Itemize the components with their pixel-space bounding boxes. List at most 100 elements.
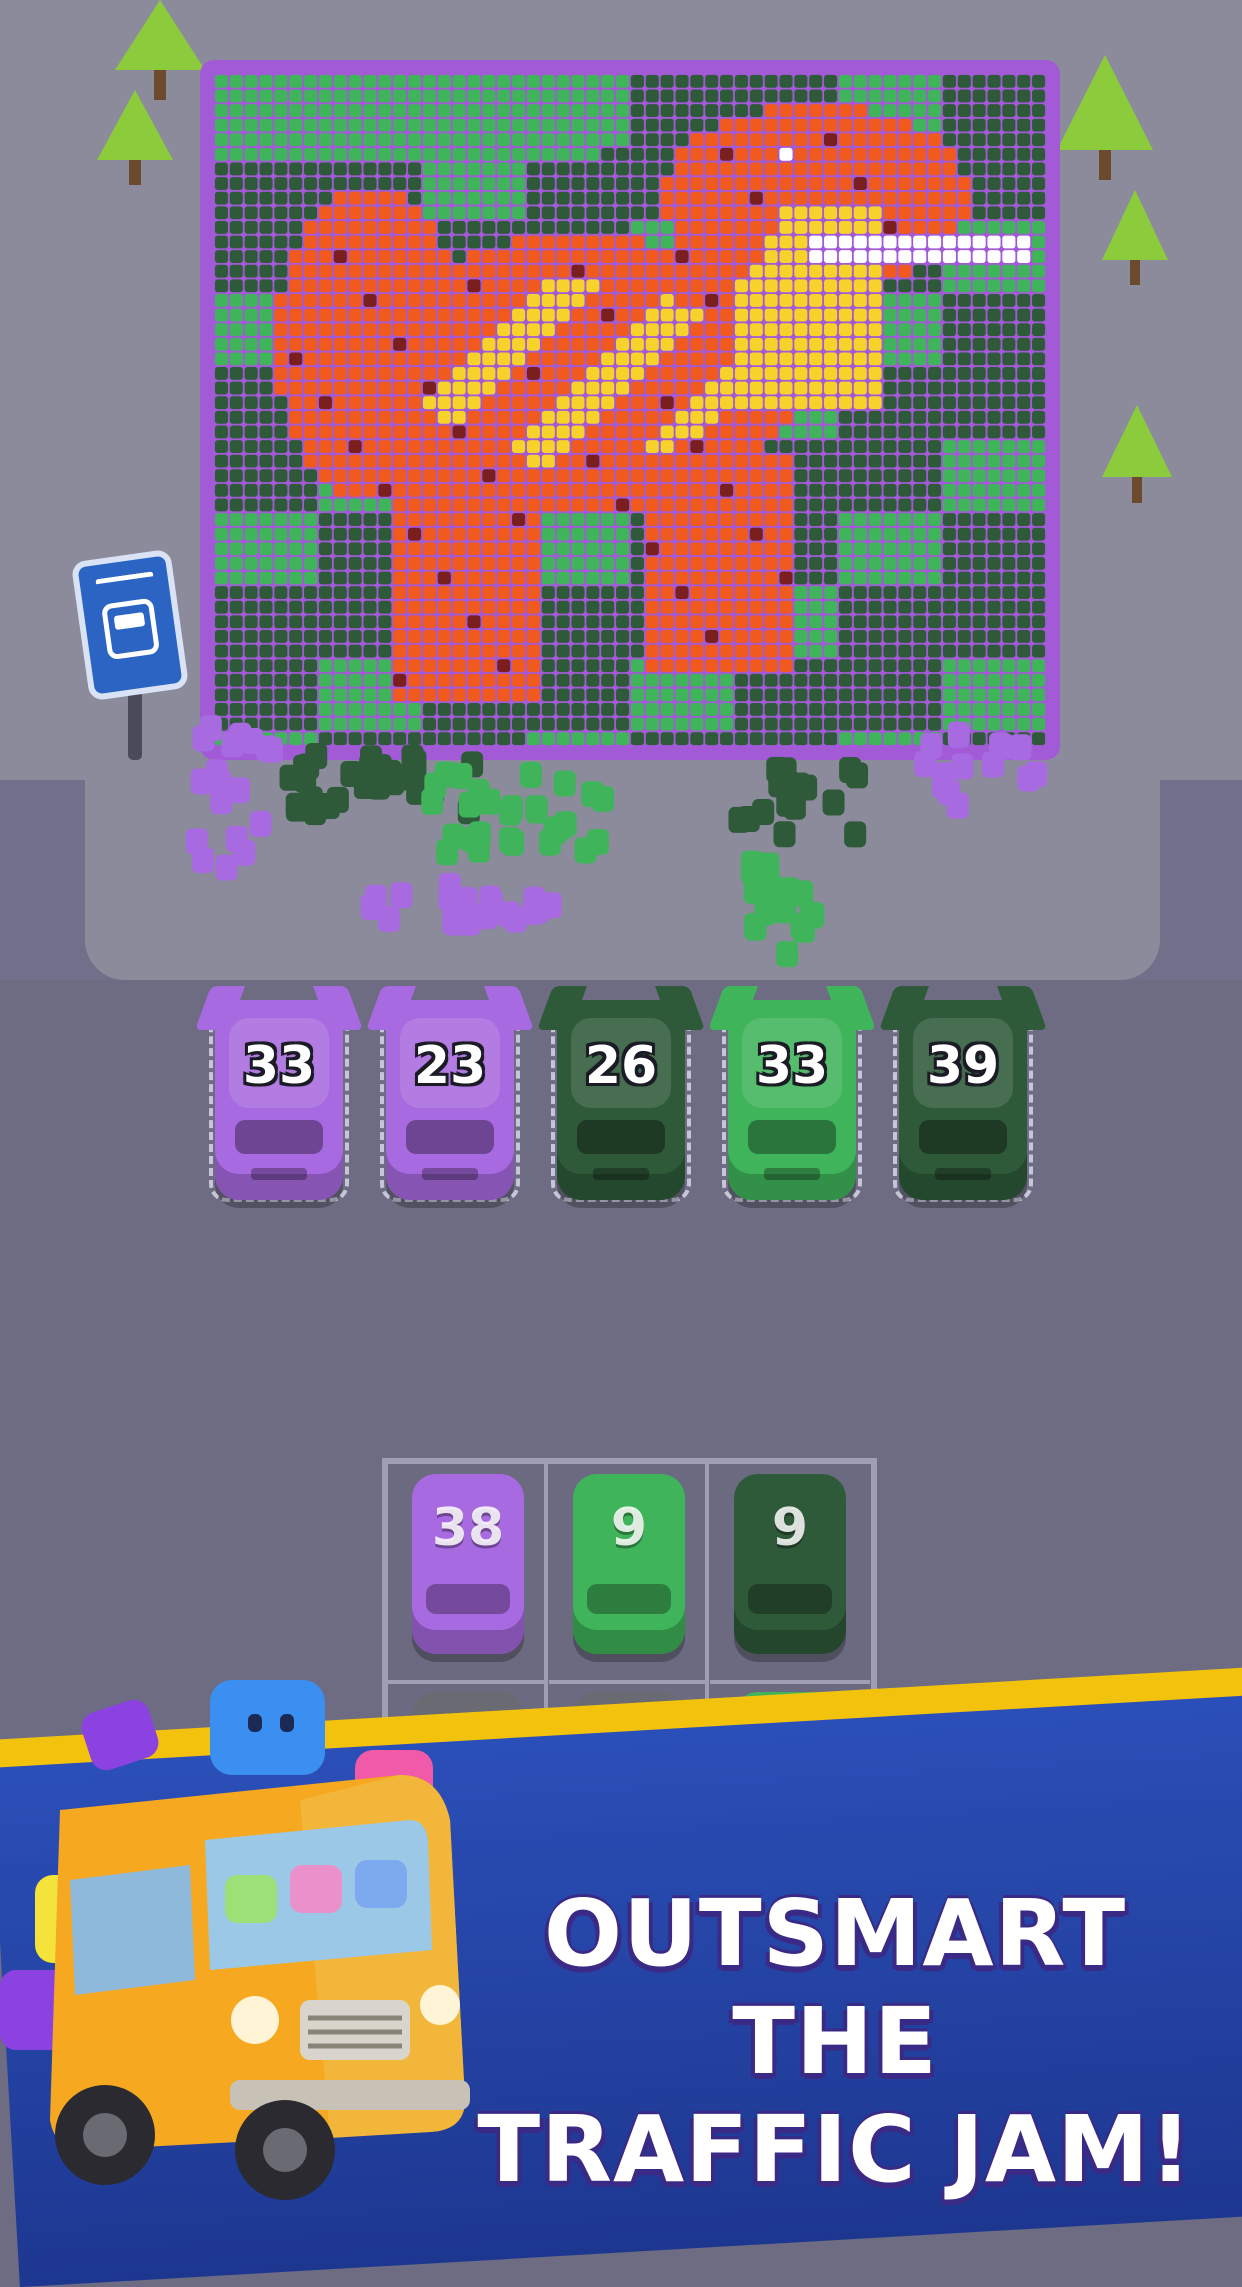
mosaic-tile	[422, 425, 436, 439]
loading-car[interactable]: 33	[707, 986, 877, 1200]
mosaic-tile	[556, 396, 570, 410]
mosaic-tile	[883, 396, 897, 410]
mosaic-tile	[824, 250, 838, 264]
mosaic-tile	[259, 89, 273, 103]
mosaic-tile	[883, 104, 897, 117]
mosaic-tile	[274, 118, 288, 132]
loading-car[interactable]: 39	[878, 986, 1048, 1200]
mosaic-tile	[289, 264, 303, 278]
mosaic-tile	[1017, 615, 1031, 629]
mosaic-tile	[1017, 220, 1031, 234]
mosaic-tile	[1032, 615, 1046, 629]
mosaic-tile	[512, 556, 526, 570]
mosaic-tile	[838, 615, 852, 629]
mosaic-tile	[586, 381, 600, 395]
mosaic-tile	[556, 527, 570, 541]
mosaic-tile	[408, 410, 422, 424]
mosaic-tile	[690, 264, 704, 278]
mosaic-tile	[794, 133, 808, 147]
mosaic-tile	[705, 352, 719, 366]
mosaic-tile	[214, 206, 228, 220]
mosaic-tile	[883, 615, 897, 629]
mosaic-tile	[437, 396, 451, 410]
mosaic-tile	[868, 264, 882, 278]
mosaic-tile	[437, 469, 451, 483]
mosaic-tile	[259, 483, 273, 497]
mosaic-tile	[526, 74, 540, 88]
mosaic-tile	[408, 483, 422, 497]
mosaic-tile	[779, 206, 793, 220]
mosaic-tile	[526, 483, 540, 497]
mosaic-tile	[318, 133, 332, 147]
mosaic-tile	[289, 337, 303, 351]
mosaic-tile	[348, 542, 362, 556]
mosaic-tile	[452, 527, 466, 541]
mosaic-tile	[259, 294, 273, 307]
mosaic-tile	[913, 542, 927, 556]
mosaic-tile	[675, 527, 689, 541]
mosaic-tile	[690, 74, 704, 88]
mosaic-tile	[259, 74, 273, 88]
mosaic-tile	[393, 513, 407, 526]
mosaic-tile	[586, 250, 600, 264]
mosaic-tile	[512, 440, 526, 453]
mosaic-tile	[393, 191, 407, 205]
mosaic-tile	[437, 89, 451, 103]
garage-car[interactable]: 9	[734, 1474, 846, 1654]
mosaic-tile	[883, 571, 897, 585]
mosaic-tile	[838, 367, 852, 380]
mosaic-tile	[987, 308, 1001, 322]
mosaic-tile	[1032, 527, 1046, 541]
mosaic-tile	[497, 440, 511, 453]
mosaic-tile	[244, 425, 258, 439]
mosaic-tile	[526, 615, 540, 629]
mosaic-tile	[512, 396, 526, 410]
mosaic-tile	[304, 527, 318, 541]
mosaic-tile	[393, 264, 407, 278]
mosaic-tile	[482, 191, 496, 205]
mosaic-tile	[437, 133, 451, 147]
mosaic-tile	[512, 323, 526, 337]
mosaic-tile	[913, 162, 927, 176]
mosaic-tile	[913, 571, 927, 585]
loading-car[interactable]: 33	[194, 986, 364, 1200]
garage-car[interactable]: 38	[412, 1474, 524, 1654]
mosaic-tile	[586, 162, 600, 176]
mosaic-tile	[645, 454, 659, 468]
mosaic-tile	[229, 381, 243, 395]
mosaic-tile	[586, 498, 600, 512]
mosaic-tile	[289, 118, 303, 132]
mosaic-tile	[408, 498, 422, 512]
mosaic-tile	[675, 352, 689, 366]
mosaic-tile	[304, 191, 318, 205]
loading-car[interactable]: 23	[365, 986, 535, 1200]
mosaic-tile	[1017, 381, 1031, 395]
mosaic-tile	[838, 425, 852, 439]
mosaic-tile	[259, 367, 273, 380]
mosaic-tile	[630, 410, 644, 424]
mosaic-tile	[853, 381, 867, 395]
mosaic-tile	[734, 352, 748, 366]
bus-mascot-illustration	[0, 1680, 470, 2200]
mosaic-tile	[616, 74, 630, 88]
mosaic-tile	[660, 542, 674, 556]
garage-car[interactable]: 9	[573, 1474, 685, 1654]
mosaic-tile	[645, 220, 659, 234]
mosaic-tile	[304, 498, 318, 512]
loading-car[interactable]: 26	[536, 986, 706, 1200]
car-passenger-count: 9	[610, 1498, 648, 1558]
mosaic-tile	[244, 323, 258, 337]
mosaic-tile	[942, 425, 956, 439]
mosaic-tile	[556, 352, 570, 366]
mosaic-tile	[749, 469, 763, 483]
mosaic-tile	[913, 235, 927, 249]
mosaic-tile	[1002, 279, 1016, 293]
mosaic-tile	[467, 264, 481, 278]
mosaic-tile	[928, 454, 942, 468]
mosaic-tile	[720, 162, 734, 176]
crowd-person	[822, 789, 845, 816]
mosaic-tile	[408, 600, 422, 614]
mosaic-tile	[304, 513, 318, 526]
mosaic-tile	[645, 600, 659, 614]
mosaic-tile	[705, 220, 719, 234]
